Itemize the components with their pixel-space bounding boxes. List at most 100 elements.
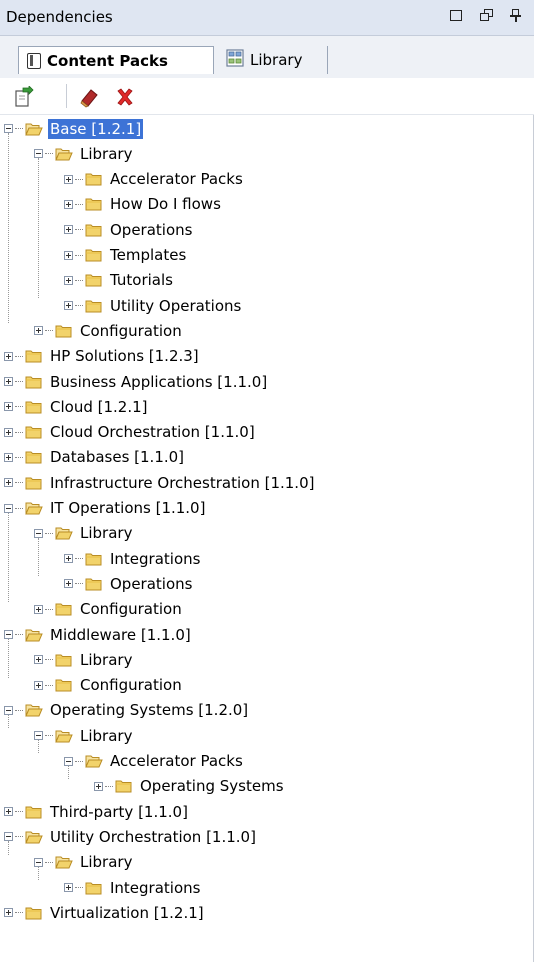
restore-icon[interactable] [480, 8, 496, 24]
tree-node[interactable]: Tutorials [64, 268, 175, 293]
eraser-icon [80, 89, 98, 108]
open-folder-icon [25, 628, 48, 642]
tree-node[interactable]: Accelerator Packs [64, 167, 245, 192]
expand-icon[interactable] [64, 174, 73, 184]
tree-node-label: Base [1.2.1] [46, 117, 145, 140]
tree-node[interactable]: Accelerator Packs [64, 749, 245, 774]
tree-node-label: Library [80, 650, 133, 669]
tree-node[interactable]: Operations [64, 217, 194, 242]
tree-node[interactable]: Infrastructure Orchestration [1.1.0] [4, 470, 316, 495]
tree-node[interactable]: Base [1.2.1] [4, 116, 145, 141]
tree-node[interactable]: IT Operations [1.1.0] [4, 496, 207, 521]
open-folder-icon [55, 147, 78, 161]
expand-icon[interactable] [34, 655, 43, 665]
expand-icon[interactable] [64, 554, 73, 564]
tree-node-label: Integrations [110, 549, 201, 568]
tree-node-label: Operating Systems [140, 777, 284, 796]
tree-node[interactable]: Library [34, 647, 134, 672]
tree-node[interactable]: Utility Orchestration [1.1.0] [4, 824, 258, 849]
tree-node[interactable]: Third-party [1.1.0] [4, 799, 190, 824]
collapse-icon[interactable] [34, 528, 43, 538]
tree-node[interactable]: Integrations [64, 875, 202, 900]
tree-node[interactable]: Business Applications [1.1.0] [4, 369, 269, 394]
open-folder-icon [55, 729, 78, 743]
import-button[interactable] [12, 85, 34, 108]
tree-node[interactable]: Library [34, 723, 134, 748]
tree-node[interactable]: Library [34, 141, 134, 166]
tree-node[interactable]: How Do I flows [64, 192, 223, 217]
collapse-icon[interactable] [4, 630, 13, 639]
tree-node-label: Middleware [1.1.0] [50, 625, 191, 644]
folder-icon [25, 400, 48, 414]
folder-icon [55, 324, 78, 338]
panel-title: Dependencies [6, 8, 113, 26]
expand-icon[interactable] [34, 680, 43, 690]
maximize-icon[interactable] [450, 8, 466, 24]
tree-connector [45, 684, 53, 686]
collapse-icon[interactable] [34, 149, 43, 159]
expand-icon[interactable] [64, 250, 73, 260]
expand-icon[interactable] [64, 301, 73, 311]
tree-node-label: Accelerator Packs [110, 170, 243, 189]
tree-node[interactable]: HP Solutions [1.2.3] [4, 344, 201, 369]
tree-node[interactable]: Library [34, 850, 134, 875]
expand-icon[interactable] [4, 402, 13, 412]
tree-node-label: Utility Orchestration [1.1.0] [50, 827, 256, 846]
expand-icon[interactable] [4, 351, 13, 361]
tree-node[interactable]: Configuration [34, 318, 184, 343]
delete-button[interactable] [114, 86, 136, 108]
pin-icon[interactable] [510, 8, 526, 24]
expand-icon[interactable] [4, 377, 13, 386]
expand-icon[interactable] [4, 427, 13, 437]
folder-icon [25, 805, 48, 819]
expand-icon[interactable] [64, 275, 73, 285]
tree-connector [15, 634, 23, 635]
tree-node[interactable]: Virtualization [1.2.1] [4, 900, 206, 925]
expand-icon[interactable] [94, 781, 103, 791]
folder-icon [85, 273, 108, 287]
tree-connector [45, 153, 53, 155]
collapse-icon[interactable] [34, 731, 43, 741]
edit-button[interactable] [78, 86, 100, 108]
expand-icon[interactable] [34, 604, 43, 614]
tree-node[interactable]: Databases [1.1.0] [4, 445, 186, 470]
tree-connector [75, 254, 83, 256]
tab-library[interactable]: Library [218, 46, 328, 74]
tab-content-packs[interactable]: Content Packs [18, 46, 214, 74]
tree-node-label: Operations [110, 574, 193, 593]
tree-node[interactable]: Utility Operations [64, 293, 243, 318]
collapse-icon[interactable] [4, 705, 13, 715]
expand-icon[interactable] [64, 579, 73, 589]
tree-connector [15, 456, 23, 458]
tree-node-label: Cloud Orchestration [1.1.0] [50, 423, 255, 442]
tree-node[interactable]: Middleware [1.1.0] [4, 622, 193, 647]
tree-node[interactable]: Integrations [64, 546, 202, 571]
expand-icon[interactable] [4, 452, 13, 462]
tree-node[interactable]: Cloud Orchestration [1.1.0] [4, 420, 257, 445]
tree-guide-line [8, 133, 9, 324]
expand-icon[interactable] [4, 807, 13, 817]
tree-guide-line [38, 158, 39, 299]
expand-icon[interactable] [64, 225, 73, 235]
tree-node[interactable]: Cloud [1.2.1] [4, 394, 150, 419]
expand-icon[interactable] [4, 478, 13, 488]
tree-connector [75, 203, 83, 205]
collapse-icon[interactable] [4, 124, 13, 133]
collapse-icon[interactable] [4, 503, 13, 513]
collapse-icon[interactable] [4, 832, 13, 842]
collapse-icon[interactable] [34, 857, 43, 867]
tree-node[interactable]: Configuration [34, 673, 184, 698]
tree-node[interactable]: Library [34, 521, 134, 546]
expand-icon[interactable] [64, 199, 73, 209]
tree-node[interactable]: Operating Systems [94, 774, 286, 799]
tree-node[interactable]: Configuration [34, 597, 184, 622]
tree-node[interactable]: Operating Systems [1.2.0] [4, 698, 250, 723]
tree-connector [75, 583, 83, 585]
expand-icon[interactable] [34, 326, 43, 336]
tree-node[interactable]: Templates [64, 243, 188, 268]
tree-node[interactable]: Operations [64, 571, 194, 596]
folder-icon [55, 653, 78, 667]
collapse-icon[interactable] [64, 756, 73, 766]
expand-icon[interactable] [4, 908, 13, 918]
expand-icon[interactable] [64, 883, 73, 892]
